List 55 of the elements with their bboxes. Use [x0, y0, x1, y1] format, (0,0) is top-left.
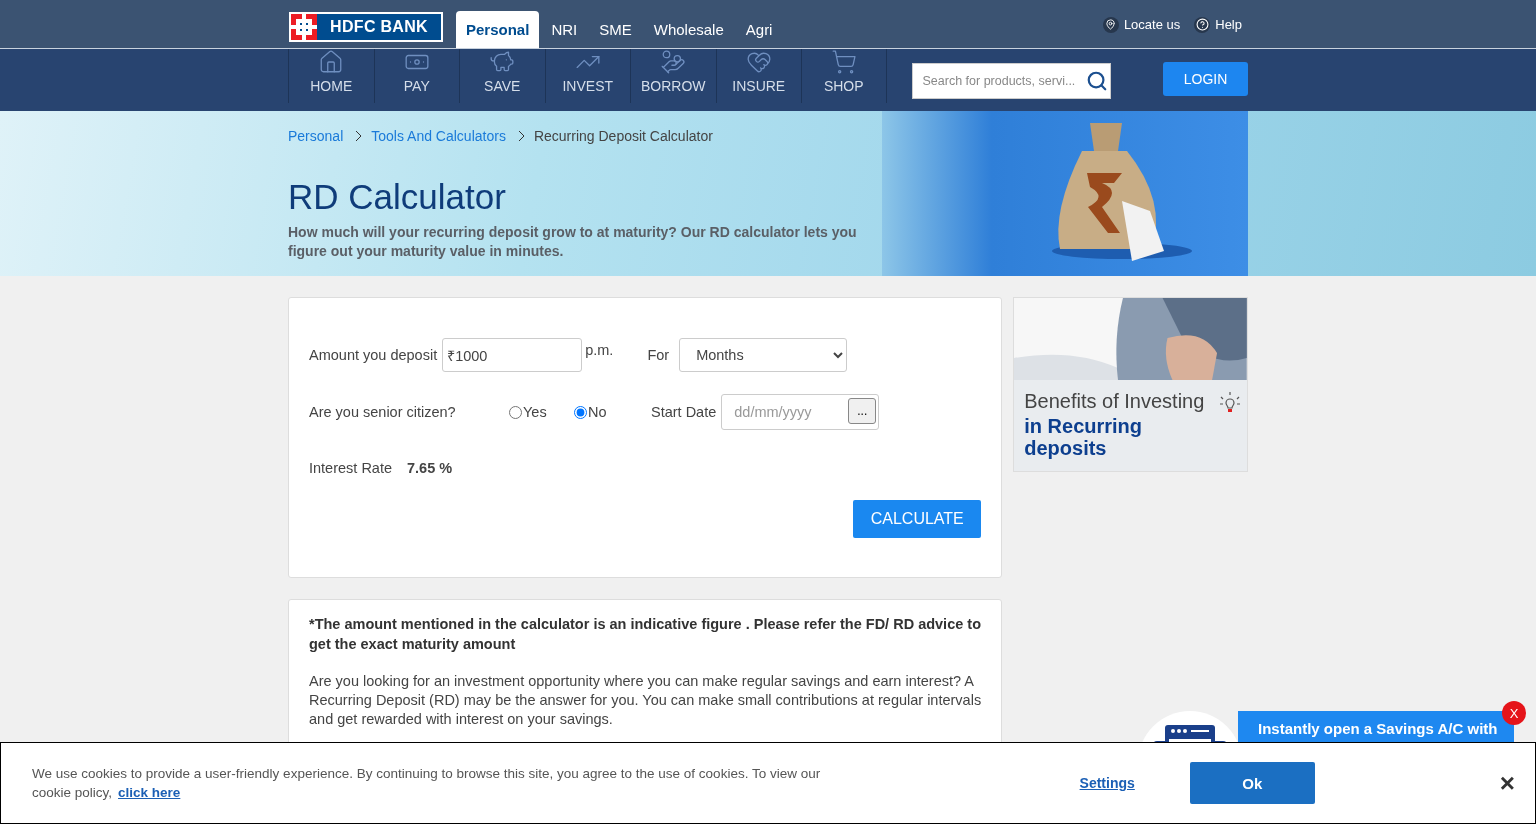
cookie-text: We use cookies to provide a user-friendly experience. By continuing to browse this site, you agree to the use of cookies. To view our cookie policy, click here — [32, 765, 822, 802]
page-subtitle: How much will your recurring deposit grow to at maturity? Our RD calculator lets you figure out your maturity value in minutes. — [288, 222, 858, 261]
lightbulb-icon — [1218, 390, 1242, 414]
nav-item[interactable]: SAVE — [484, 78, 521, 94]
chevron-icon — [355, 130, 364, 142]
ok-button[interactable]: Ok — [1189, 762, 1315, 804]
field-label: Start Date — [651, 404, 717, 420]
search-icon[interactable] — [1085, 70, 1108, 92]
period-select[interactable]: Months — [679, 338, 848, 372]
search-field[interactable]: Search for products, servi... — [911, 63, 1111, 99]
description-text: Are you looking for an investment opportunity where you can make regular savings and earn interest? A Recurring Deposit (RD) may be the answer for you. You can make small contributions at regular intervals and get rewarded with interest on your savings. — [309, 672, 982, 729]
bank-logo[interactable]: HDFC BANK — [289, 12, 443, 42]
field-label: For — [647, 347, 670, 363]
radio-button[interactable] — [574, 405, 587, 419]
nav-item[interactable]: INVEST — [562, 78, 614, 94]
close-button[interactable]: X — [1502, 701, 1526, 725]
nav-item[interactable]: SHOP — [823, 78, 864, 94]
page-title: RD Calculator — [288, 178, 507, 217]
radio-label: No — [588, 404, 607, 420]
calculate-button[interactable]: CALCULATE — [853, 500, 982, 538]
location-icon — [1105, 19, 1117, 30]
breadcrumb-link[interactable]: Personal — [288, 128, 344, 144]
date-picker-button[interactable]: ... — [848, 398, 877, 424]
field-label: Are you senior citizen? — [309, 404, 457, 420]
help-icon — [1195, 18, 1209, 31]
banner-heading: Benefits of Investing — [1024, 390, 1205, 413]
nav-item[interactable]: BORROW — [640, 78, 706, 94]
radio-button[interactable] — [509, 405, 522, 419]
nav-item[interactable]: INSURE — [732, 78, 786, 94]
current-page-label: Recurring Deposit Calculator — [533, 128, 713, 144]
utility-link[interactable]: Help — [1215, 17, 1242, 32]
radio-label: Yes — [523, 404, 547, 420]
settings-link[interactable]: Settings — [1079, 775, 1135, 791]
chevron-icon — [517, 130, 526, 142]
login-button[interactable]: LOGIN — [1163, 62, 1248, 96]
disclaimer-note: *The amount mentioned in the calculator is an indicative figure . Please refer the FD/ RD advice to get the exact maturity amount — [309, 615, 982, 654]
nav-item[interactable]: PAY — [403, 78, 430, 94]
cookie-policy-link[interactable]: click here — [118, 785, 181, 800]
segment-tab[interactable]: Wholesale — [643, 11, 734, 48]
close-button[interactable]: × — [1499, 767, 1515, 799]
cart-icon — [830, 49, 857, 75]
amount-input[interactable]: ₹1000 — [442, 338, 583, 372]
utility-link[interactable]: Locate us — [1123, 17, 1181, 32]
rate-value: 7.65 % — [407, 460, 453, 476]
segment-tab[interactable]: Agri — [735, 11, 783, 48]
hand-coins-icon — [660, 49, 687, 75]
nav-item[interactable]: HOME — [310, 78, 353, 94]
promo-card[interactable]: Benefits of Investing in Recurring deposits — [1013, 297, 1248, 472]
banner-subheading: in Recurring deposits — [1024, 415, 1144, 459]
segment-tab[interactable]: NRI — [541, 11, 588, 48]
unit-label: p.m. — [585, 342, 614, 358]
field-label: Interest Rate — [309, 460, 392, 476]
segment-tab[interactable]: Personal — [456, 11, 540, 48]
field-label: Amount you deposit — [309, 347, 438, 363]
segment-tab[interactable]: SME — [589, 11, 642, 48]
